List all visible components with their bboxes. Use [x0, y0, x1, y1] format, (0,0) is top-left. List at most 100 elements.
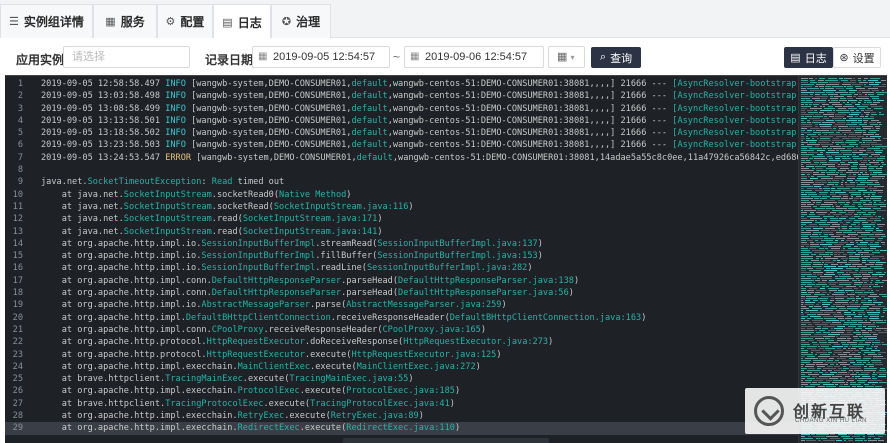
minimap-segment: [878, 192, 883, 194]
log-line: 29 at org.apache.http.impl.execchain.Red…: [5, 422, 800, 435]
log-level: INFO: [165, 128, 186, 139]
minimap-segment: [878, 376, 886, 378]
minimap-segment: [882, 258, 885, 260]
tab-governance[interactable]: ✪ 治理: [271, 4, 331, 38]
line-number: 10: [12, 189, 23, 200]
log-line: 2 2019-09-05 13:03:58.498 INFO [wangwb-sy…: [5, 90, 802, 102]
tab-instance-group-detail[interactable]: ☰ 实例组详情: [0, 4, 93, 38]
record-date-label: 记录日期: [205, 53, 254, 67]
tab-bar: ☰ 实例组详情 ▦ 服务 ⚙ 配置 ▤ 日志 ✪ 治理: [0, 0, 890, 39]
minimap-segment: [882, 178, 884, 180]
log-text: at brave.httpclient.TracingMainExec.exec…: [41, 374, 414, 385]
calendar-icon: ▦: [410, 51, 420, 62]
line-number: 1: [17, 79, 23, 89]
log-text: at org.apache.http.impl.conn.DefaultHttp…: [41, 275, 580, 286]
log-text: at org.apache.http.impl.execchain.Protoc…: [41, 386, 461, 397]
log-line: 14 at org.apache.http.impl.io.SessionInp…: [5, 238, 800, 250]
line-number: 16: [12, 263, 23, 274]
line-number: 9: [17, 177, 23, 188]
log-text: at org.apache.http.impl.execchain.RetryE…: [41, 411, 424, 422]
end-date-value: 2019-09-06 12:54:57: [425, 51, 528, 63]
list-icon: ☰: [9, 16, 19, 28]
chevron-down-icon: ▾: [570, 53, 575, 62]
minimap-segment: [882, 344, 887, 346]
brand-logo-icon: [754, 396, 784, 426]
log-timestamp: 2019-09-05 13:23:58.503: [41, 140, 160, 151]
line-number: 25: [12, 374, 23, 385]
minimap-segment: [883, 312, 885, 314]
log-text: at java.net.SocketInputStream.read(Socke…: [41, 226, 383, 237]
log-text: at brave.httpclient.TracingProtocolExec.…: [41, 398, 455, 409]
minimap-segment: [882, 296, 887, 298]
log-text: at org.apache.http.impl.io.SessionInputB…: [41, 251, 543, 262]
line-number: 22: [12, 337, 23, 348]
log-line: 15 at org.apache.http.impl.io.SessionInp…: [5, 250, 800, 262]
minimap-segment: [873, 286, 880, 288]
line-number: 29: [12, 423, 23, 434]
document-icon: ▤: [222, 16, 233, 29]
tab-logs[interactable]: ▤ 日志: [213, 4, 271, 39]
line-number: 5: [17, 128, 23, 139]
minimap-segment: [882, 218, 884, 220]
date-range-separator: ~: [393, 50, 401, 64]
log-text: at org.apache.http.impl.conn.CPoolProxy.…: [41, 324, 486, 335]
gear-icon: ⚙: [165, 16, 176, 28]
end-date-input[interactable]: ▦ 2019-09-06 12:54:57: [404, 46, 544, 68]
log-text: at java.net.SocketInputStream.socketRead…: [41, 189, 352, 200]
log-view-label: 日志: [804, 52, 827, 65]
app-instance-select[interactable]: 请选择: [63, 46, 190, 68]
log-line: 5 2019-09-05 13:18:58.502 INFO [wangwb-sy…: [5, 127, 802, 139]
query-button[interactable]: ⌕ 查询: [591, 47, 641, 68]
minimap-segment: [880, 250, 887, 252]
log-text: at org.apache.http.impl.io.SessionInputB…: [41, 238, 543, 249]
minimap-segment: [836, 440, 842, 442]
grid-icon: ▦: [105, 16, 116, 28]
log-line: 18 at org.apache.http.impl.conn.DefaultH…: [5, 287, 800, 299]
log-line: 27 at brave.httpclient.TracingProtocolEx…: [5, 398, 800, 410]
minimap-segment: [864, 440, 867, 442]
line-number: 8: [17, 165, 23, 176]
minimap-segment: [881, 286, 883, 288]
log-view-button[interactable]: ▤ 日志: [784, 47, 833, 68]
log-level: INFO: [165, 79, 186, 89]
log-text: java.net.SocketTimeoutException: Read ti…: [41, 177, 285, 188]
minimap-segment: [818, 440, 821, 442]
log-line: 3 2019-09-05 13:08:58.499 INFO [wangwb-sy…: [5, 103, 802, 115]
date-shortcut-dropdown[interactable]: ▦ ▾: [548, 46, 585, 68]
query-label: 查询: [610, 52, 633, 65]
log-line: 23 at org.apache.http.protocol.HttpReque…: [5, 349, 800, 361]
log-level: INFO: [165, 103, 186, 114]
log-line: 13 at java.net.SocketInputStream.read(So…: [5, 226, 800, 238]
horizontal-scrollbar[interactable]: [343, 438, 549, 443]
log-icon: ▤: [790, 52, 801, 64]
log-text: 2019-09-05 13:23:58.503 INFO [wangwb-sys…: [41, 140, 802, 151]
minimap-segment: [801, 440, 805, 442]
line-number: 13: [12, 226, 23, 237]
line-number: 7: [17, 152, 23, 163]
log-text: 2019-09-05 13:03:58.498 INFO [wangwb-sys…: [41, 91, 802, 102]
log-line: 20 at org.apache.http.impl.DefaultBHttpC…: [5, 312, 800, 324]
minimap-segment: [855, 440, 863, 442]
start-date-input[interactable]: ▦ 2019-09-05 12:54:57: [252, 46, 390, 68]
settings-button[interactable]: ⊛ 设置: [833, 47, 881, 68]
calendar-icon: ▦: [557, 51, 568, 63]
log-text: at org.apache.http.impl.execchain.Redire…: [41, 423, 461, 434]
line-number: 17: [12, 275, 23, 286]
minimap-segment: [884, 200, 886, 202]
minimap-segment: [874, 108, 883, 110]
watermark-subtitle: CHUANG XIN HU LIAN: [795, 418, 868, 424]
line-number: 28: [12, 411, 23, 422]
log-text: 2019-09-05 12:58:58.497 INFO [wangwb-sys…: [41, 79, 802, 89]
line-number: 14: [12, 238, 23, 249]
tab-config[interactable]: ⚙ 配置: [157, 4, 213, 38]
app-instance-label: 应用实例: [16, 53, 65, 67]
minimap-segment: [878, 332, 887, 334]
tab-services[interactable]: ▦ 服务: [93, 4, 157, 38]
log-text: at java.net.SocketInputStream.socketRead…: [41, 201, 414, 212]
log-line: 8: [5, 164, 800, 176]
minimap-segment: [875, 364, 883, 366]
line-number: 18: [12, 288, 23, 299]
log-line: 1 2019-09-05 12:58:58.497 INFO [wangwb-sy…: [5, 78, 802, 90]
log-line: 28 at org.apache.http.impl.execchain.Ret…: [5, 410, 800, 422]
log-line: 7 2019-09-05 13:24:53.547 ERROR [wangwb-s…: [5, 152, 807, 164]
